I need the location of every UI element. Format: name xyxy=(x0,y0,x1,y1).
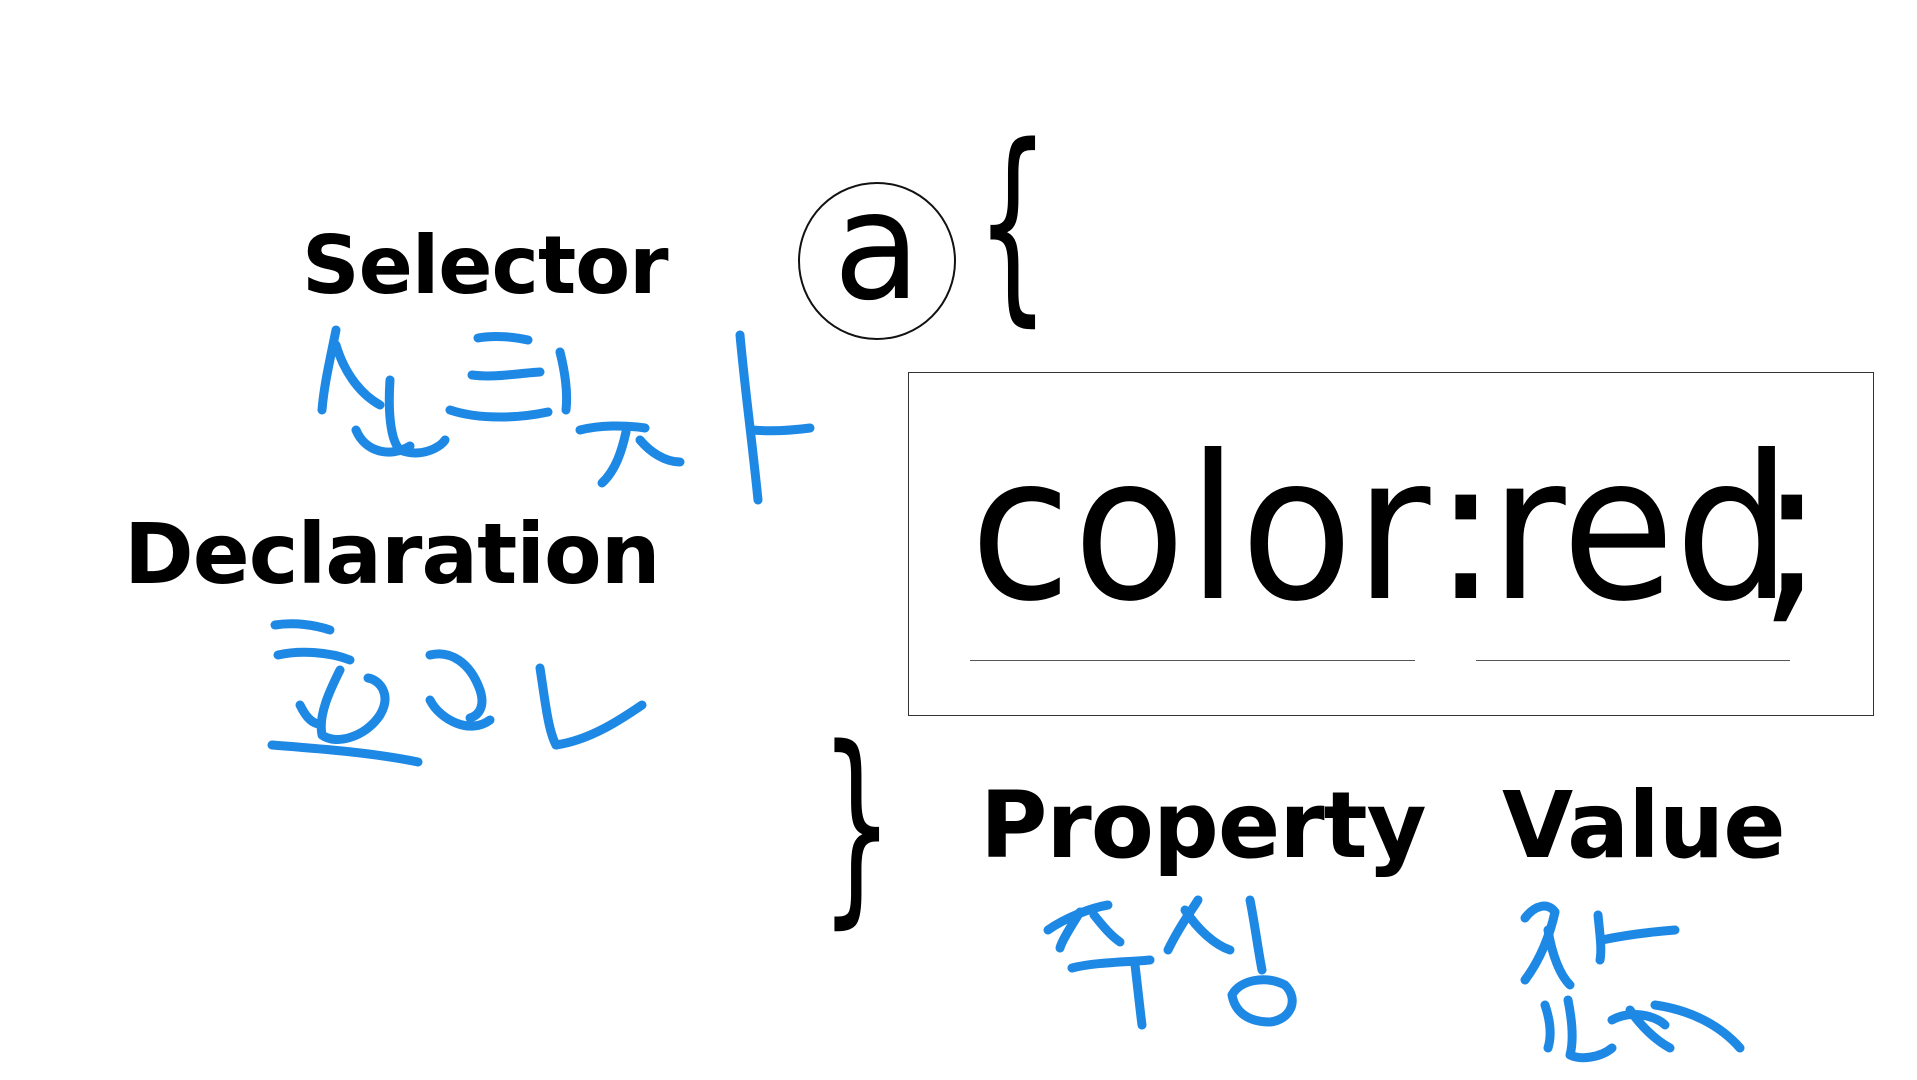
selector-korean-handwriting xyxy=(317,325,815,505)
property-korean-handwriting xyxy=(1043,895,1297,1030)
handwritten-annotations xyxy=(267,325,1745,1063)
value-korean-handwriting xyxy=(1520,901,1745,1063)
declaration-korean-handwriting xyxy=(267,619,647,767)
